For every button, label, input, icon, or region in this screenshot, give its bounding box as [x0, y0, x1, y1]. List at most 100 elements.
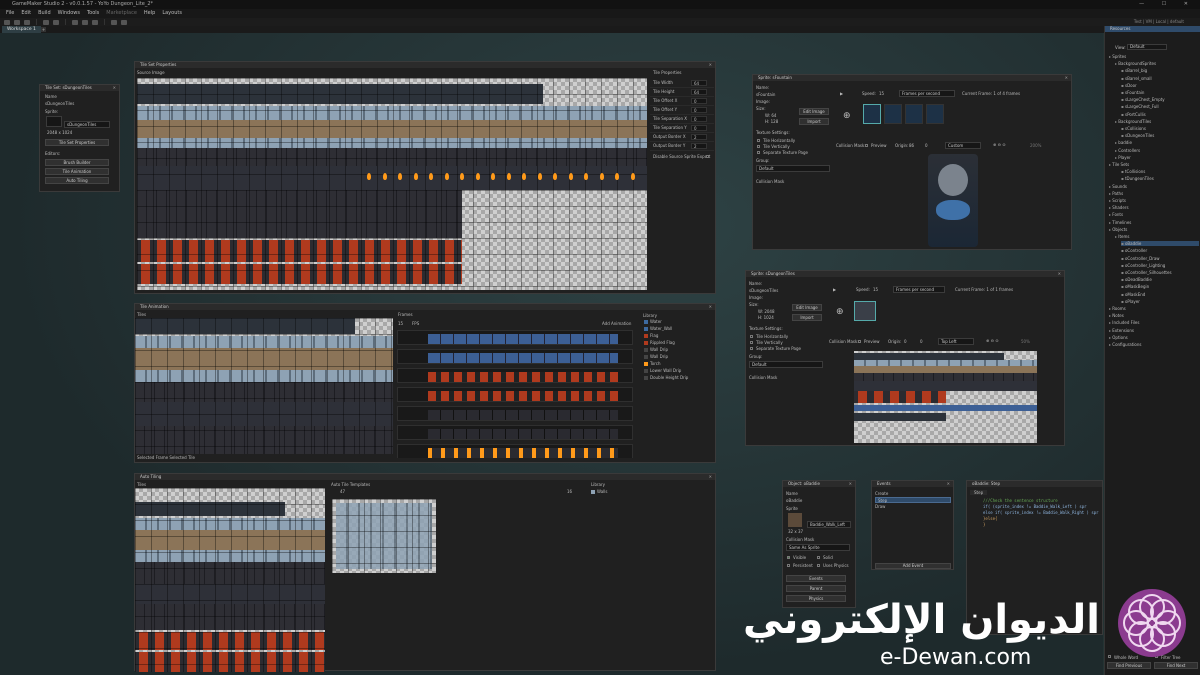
resource-item[interactable]: ▸ Fonts	[1109, 212, 1123, 217]
menu-marketplace[interactable]: Marketplace	[106, 9, 137, 18]
event-item-draw[interactable]: Draw	[875, 504, 951, 509]
open-project-icon[interactable]	[14, 19, 20, 25]
tile-animation-tiles-view[interactable]	[135, 318, 393, 454]
event-item-step[interactable]: Step	[875, 497, 951, 503]
resource-item[interactable]: ▸ Controllers	[1115, 148, 1140, 153]
view-select[interactable]: Default	[1127, 44, 1167, 50]
library-item[interactable]: Rippled Flag	[644, 340, 675, 345]
resource-item[interactable]: ▪ oBaddie	[1121, 241, 1199, 247]
panel-header[interactable]: oBaddie: Step	[967, 481, 1102, 487]
tile-vertically-checkbox[interactable]	[750, 341, 753, 344]
frame-row-torch[interactable]	[397, 444, 633, 458]
resource-item[interactable]: ▸ Options	[1109, 335, 1128, 340]
debug-icon[interactable]	[82, 19, 88, 25]
solid-checkbox[interactable]	[817, 556, 820, 559]
persistent-checkbox[interactable]	[787, 564, 790, 567]
play-icon[interactable]: ▶	[840, 91, 843, 96]
panel-header[interactable]: Object: oBaddie ✕	[783, 481, 855, 487]
frame-row-wall-drip-2[interactable]	[397, 425, 633, 440]
add-event-button[interactable]: Add Event	[875, 563, 951, 569]
resource-item[interactable]: ▸ Included Files	[1109, 320, 1139, 325]
zoom-in-icon[interactable]: ⊕ ⊖ ⊙	[993, 142, 1006, 147]
frame-thumb[interactable]	[884, 104, 902, 124]
resource-item[interactable]: ▪ sCollisions	[1121, 126, 1146, 131]
speed-unit-select[interactable]: Frames per second	[893, 286, 945, 293]
tile-horizontally-checkbox[interactable]	[757, 139, 760, 142]
origin-mode-select[interactable]: Top Left	[938, 338, 974, 345]
frame-thumb[interactable]	[905, 104, 923, 124]
menu-build[interactable]: Build	[38, 9, 51, 18]
tile-sep-y-input[interactable]: 0	[691, 125, 707, 131]
resource-item[interactable]: ▸ BackgroundTiles	[1115, 119, 1151, 124]
collision-mask-section[interactable]: Collision Mask	[749, 375, 777, 380]
undo-icon[interactable]	[43, 19, 49, 25]
uses-physics-checkbox[interactable]	[817, 564, 820, 567]
settings-icon[interactable]	[121, 19, 127, 25]
resource-item[interactable]: ▸ Configurations	[1109, 342, 1142, 347]
panel-header[interactable]: Sprite: sFountain ✕	[753, 75, 1071, 81]
close-icon[interactable]: ✕	[113, 85, 116, 91]
name-value[interactable]: sDungeonTiles	[45, 101, 74, 106]
events-button[interactable]: Events	[786, 575, 846, 582]
code-line-4[interactable]: }else{	[983, 516, 997, 521]
resource-item[interactable]: ▪ sDungeonTiles	[1121, 133, 1154, 138]
frame-row-rippled-flag[interactable]	[397, 387, 633, 402]
speed-unit-select[interactable]: Frames per second	[899, 90, 955, 97]
library-item[interactable]: Lower Wall Drip	[644, 368, 681, 373]
output-border-y-input[interactable]: 2	[691, 143, 707, 149]
origin-x-input[interactable]: 0	[904, 339, 907, 344]
resource-item[interactable]: ▸ Objects	[1109, 227, 1127, 232]
import-button[interactable]: Import	[792, 314, 822, 321]
close-icon[interactable]: ✕	[709, 62, 712, 68]
resource-item[interactable]: ▸ Tile Sets	[1109, 162, 1129, 167]
library-item-walls[interactable]: Walls	[591, 489, 607, 494]
resource-item[interactable]: ▪ oPlayer	[1121, 299, 1140, 304]
add-frame-icon[interactable]: ⊕	[843, 111, 851, 121]
resource-item[interactable]: ▸ Sprites	[1109, 54, 1126, 59]
event-item-create[interactable]: Create	[875, 491, 951, 496]
sprite-select[interactable]: sDungeonTiles	[64, 121, 110, 128]
resource-item[interactable]: ▪ oMaskEnd	[1121, 292, 1145, 297]
menu-windows[interactable]: Windows	[58, 9, 80, 18]
library-item[interactable]: Wall Drip	[644, 354, 668, 359]
tile-height-input[interactable]: 64	[691, 89, 707, 95]
resource-item[interactable]: ▸ Rooms	[1109, 306, 1126, 311]
resource-item[interactable]: ▸ BackgroundSprites	[1115, 61, 1156, 66]
separate-page-checkbox[interactable]	[757, 151, 760, 154]
tile-vertically-checkbox[interactable]	[757, 145, 760, 148]
tab-step[interactable]: Step	[970, 490, 988, 495]
menu-edit[interactable]: Edit	[21, 9, 31, 18]
tab-workspace-1[interactable]: Workspace 1	[2, 26, 41, 33]
resource-item[interactable]: ▸ Sounds	[1109, 184, 1127, 189]
library-item[interactable]: Water_Wall	[644, 326, 672, 331]
tile-offset-y-input[interactable]: 0	[691, 107, 707, 113]
panel-header[interactable]: Sprite: sDungeonTiles ✕	[746, 271, 1064, 277]
panel-header[interactable]: Tile Animation ✕	[135, 304, 715, 310]
library-item[interactable]: Double Height Drip	[644, 375, 688, 380]
new-project-icon[interactable]	[4, 19, 10, 25]
speed-value[interactable]: 15	[879, 91, 884, 96]
frame-row-water-wall[interactable]	[397, 349, 633, 364]
tile-offset-x-input[interactable]: 0	[691, 98, 707, 104]
tile-horizontally-checkbox[interactable]	[750, 335, 753, 338]
auto-tiling-tiles-view[interactable]	[135, 488, 325, 672]
tile-width-input[interactable]: 64	[691, 80, 707, 86]
save-icon[interactable]	[24, 19, 30, 25]
zoom-level[interactable]: 50%	[1021, 339, 1030, 344]
edit-image-button[interactable]: Edit Image	[792, 304, 822, 311]
speed-value[interactable]: 15	[873, 287, 878, 292]
panel-header[interactable]: Auto Tiling ✕	[135, 474, 715, 480]
auto-tile-template[interactable]	[332, 499, 436, 573]
visible-checkbox[interactable]	[787, 556, 790, 559]
frame-thumb[interactable]	[854, 301, 876, 321]
name-value[interactable]: sDungeonTiles	[749, 288, 778, 293]
resource-item[interactable]: ▪ tDungeonTiles	[1121, 176, 1154, 181]
add-animation-button[interactable]: Add Animation	[602, 321, 631, 326]
fps-value[interactable]: 15	[398, 321, 403, 326]
resource-item[interactable]: ▪ oController_Draw	[1121, 256, 1160, 261]
group-select[interactable]: Default	[749, 361, 823, 368]
resource-item[interactable]: ▸ Shaders	[1109, 205, 1129, 210]
add-frame-icon[interactable]: ⊕	[836, 307, 844, 317]
resource-item[interactable]: ▪ oController_Lighting	[1121, 263, 1165, 268]
output-border-x-input[interactable]: 2	[691, 134, 707, 140]
